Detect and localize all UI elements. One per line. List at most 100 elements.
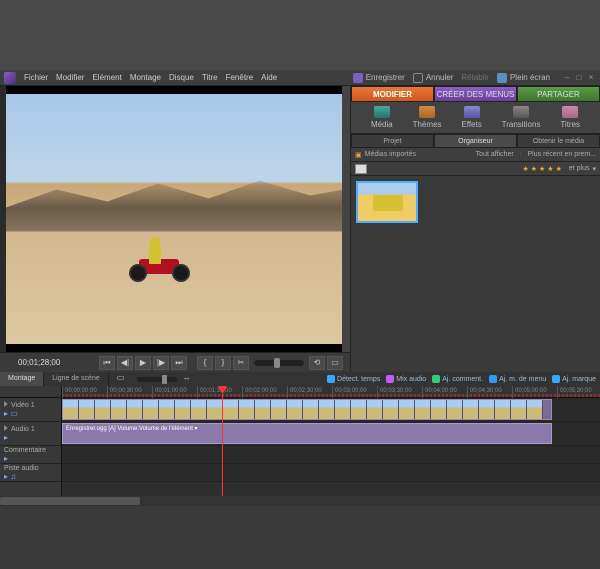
- tool-add-marker[interactable]: Aj. marque: [552, 375, 596, 383]
- tool-mix-audio[interactable]: Mix audio: [386, 375, 426, 383]
- rating-star-3[interactable]: ★: [539, 165, 545, 173]
- track-header-soundtrack[interactable]: Piste audio▸ ♫: [0, 464, 61, 482]
- ruler-tick: 00;05;00;00: [512, 386, 547, 398]
- soundtrack-track[interactable]: [62, 464, 600, 482]
- timeline: Vidéo 1▸ ▭ Audio 1▸ Commentaire▸ Piste a…: [0, 386, 600, 496]
- subtab-project[interactable]: Projet: [351, 134, 434, 148]
- loop-button[interactable]: ⟲: [309, 356, 325, 370]
- filter-recent[interactable]: Plus récent en prem...: [528, 151, 596, 158]
- tab-modify[interactable]: MODIFIER: [351, 86, 434, 102]
- window-minimize[interactable]: –: [562, 73, 572, 83]
- menubar: Fichier Modifier Elément Montage Disque …: [0, 70, 600, 86]
- tab-create-menus[interactable]: CRÉER DES MENUS: [434, 86, 517, 102]
- subtab-organizer[interactable]: Organiseur: [434, 134, 517, 148]
- tool-themes[interactable]: Thèmes: [413, 106, 442, 129]
- audio-track[interactable]: Enregistrer.ogg [A] Volume:Volume de l'é…: [62, 422, 600, 446]
- tool-effects[interactable]: Effets: [461, 106, 481, 129]
- detect-icon: [327, 375, 335, 383]
- timeline-tab-montage[interactable]: Montage: [0, 372, 44, 386]
- transitions-icon: [513, 106, 529, 118]
- step-forward-button[interactable]: |▶: [153, 356, 169, 370]
- goto-start-button[interactable]: ⏮: [99, 356, 115, 370]
- menu-file[interactable]: Fichier: [24, 73, 48, 82]
- subtab-get-media[interactable]: Obtenir le média: [517, 134, 600, 148]
- mark-out-button[interactable]: }: [215, 356, 231, 370]
- tool-titles[interactable]: Titres: [560, 106, 580, 129]
- fullscreen-button[interactable]: Plein écran: [497, 73, 550, 83]
- ruler-tick: 00;01;00;00: [152, 386, 187, 398]
- playhead[interactable]: [222, 386, 223, 496]
- menu-help[interactable]: Aide: [261, 73, 277, 82]
- ruler-tick: 00;00;00;00: [62, 386, 97, 398]
- redo-button[interactable]: Rétablir: [461, 73, 489, 82]
- safe-margin-button[interactable]: ▭: [327, 356, 343, 370]
- preview-pane: 00;01;28;00 ⏮ ◀| ▶ |▶ ⏭ { } ✂ ⟲ ▭: [0, 86, 350, 372]
- media-icon: [374, 106, 390, 118]
- mix-icon: [386, 375, 394, 383]
- transport-bar: 00;01;28;00 ⏮ ◀| ▶ |▶ ⏭ { } ✂ ⟲ ▭: [0, 352, 350, 372]
- rating-star-5[interactable]: ★: [556, 165, 562, 173]
- track-header-audio[interactable]: Audio 1▸: [0, 422, 61, 446]
- mark-in-button[interactable]: {: [197, 356, 213, 370]
- tool-add-comment[interactable]: Aj. comment.: [432, 375, 483, 383]
- fullscreen-icon: [497, 73, 507, 83]
- menu-element[interactable]: Elément: [92, 73, 121, 82]
- media-clip-thumbnail[interactable]: [357, 182, 417, 222]
- menu-edit[interactable]: Modifier: [56, 73, 84, 82]
- rating-star-1[interactable]: ★: [522, 165, 528, 173]
- chevron-down-icon[interactable]: ▾: [592, 165, 596, 173]
- tab-share[interactable]: PARTAGER: [517, 86, 600, 102]
- video-track[interactable]: [62, 398, 600, 422]
- track-area[interactable]: 00;00;00;00 00;00;30;00 00;01;00;00 00;01;3…: [62, 386, 600, 496]
- undo-icon: [413, 73, 423, 83]
- calendar-icon[interactable]: [355, 164, 367, 174]
- filter-more[interactable]: et plus: [569, 165, 590, 172]
- ruler-tick: 00;05;30;00: [557, 386, 592, 398]
- preview-video[interactable]: [6, 94, 344, 344]
- timeline-tool-fit[interactable]: ↔: [183, 373, 197, 385]
- timeline-tool-select[interactable]: ▭: [117, 373, 131, 385]
- time-ruler[interactable]: 00;00;00;00 00;00;30;00 00;01;00;00 00;01;3…: [62, 386, 600, 398]
- menu-window[interactable]: Fenêtre: [226, 73, 254, 82]
- themes-icon: [419, 106, 435, 118]
- tool-media[interactable]: Média: [371, 106, 393, 129]
- ruler-tick: 00;04;00;00: [422, 386, 457, 398]
- play-button[interactable]: ▶: [135, 356, 151, 370]
- comment-icon: [432, 375, 440, 383]
- window-maximize[interactable]: □: [574, 73, 584, 83]
- timecode-display[interactable]: 00;01;28;00: [18, 358, 60, 367]
- menu-montage[interactable]: Montage: [130, 73, 161, 82]
- split-button[interactable]: ✂: [233, 356, 249, 370]
- undo-button[interactable]: Annuler: [413, 73, 454, 83]
- rating-star-2[interactable]: ★: [531, 165, 537, 173]
- ruler-tick: 00;04;30;00: [467, 386, 502, 398]
- preview-scrollbar[interactable]: [342, 86, 350, 352]
- track-header-video[interactable]: Vidéo 1▸ ▭: [0, 398, 61, 422]
- goto-end-button[interactable]: ⏭: [171, 356, 187, 370]
- tool-transitions[interactable]: Transitions: [502, 106, 541, 129]
- menu-title[interactable]: Titre: [202, 73, 218, 82]
- ruler-tick: 00;00;30;00: [107, 386, 142, 398]
- audio-clip[interactable]: Enregistrer.ogg [A] Volume:Volume de l'é…: [62, 423, 552, 444]
- ruler-tick: 00;01;30;00: [197, 386, 232, 398]
- window-close[interactable]: ×: [586, 73, 596, 83]
- rating-star-4[interactable]: ★: [547, 165, 553, 173]
- shuttle-slider[interactable]: [254, 360, 304, 366]
- comment-track[interactable]: [62, 446, 600, 464]
- undo-label: Annuler: [426, 73, 454, 82]
- tool-add-menu-marker[interactable]: Aj. m. de menu: [489, 375, 546, 383]
- media-bin[interactable]: [351, 176, 600, 372]
- filter-showall[interactable]: Tout afficher: [476, 151, 514, 158]
- video-clip[interactable]: [62, 399, 552, 420]
- marker-icon: [552, 375, 560, 383]
- filter-imported[interactable]: Médias importés: [365, 151, 416, 158]
- tool-detect-time[interactable]: Détect. temps: [327, 375, 380, 383]
- track-header-comment[interactable]: Commentaire▸: [0, 446, 61, 464]
- folder-icon: ▣: [355, 151, 362, 159]
- timeline-tab-sceneline[interactable]: Ligne de scène: [44, 372, 108, 386]
- timeline-zoom-slider[interactable]: [137, 377, 177, 382]
- save-button[interactable]: Enregistrer: [353, 73, 405, 83]
- timeline-scrollbar[interactable]: [0, 496, 600, 506]
- menu-disc[interactable]: Disque: [169, 73, 194, 82]
- step-back-button[interactable]: ◀|: [117, 356, 133, 370]
